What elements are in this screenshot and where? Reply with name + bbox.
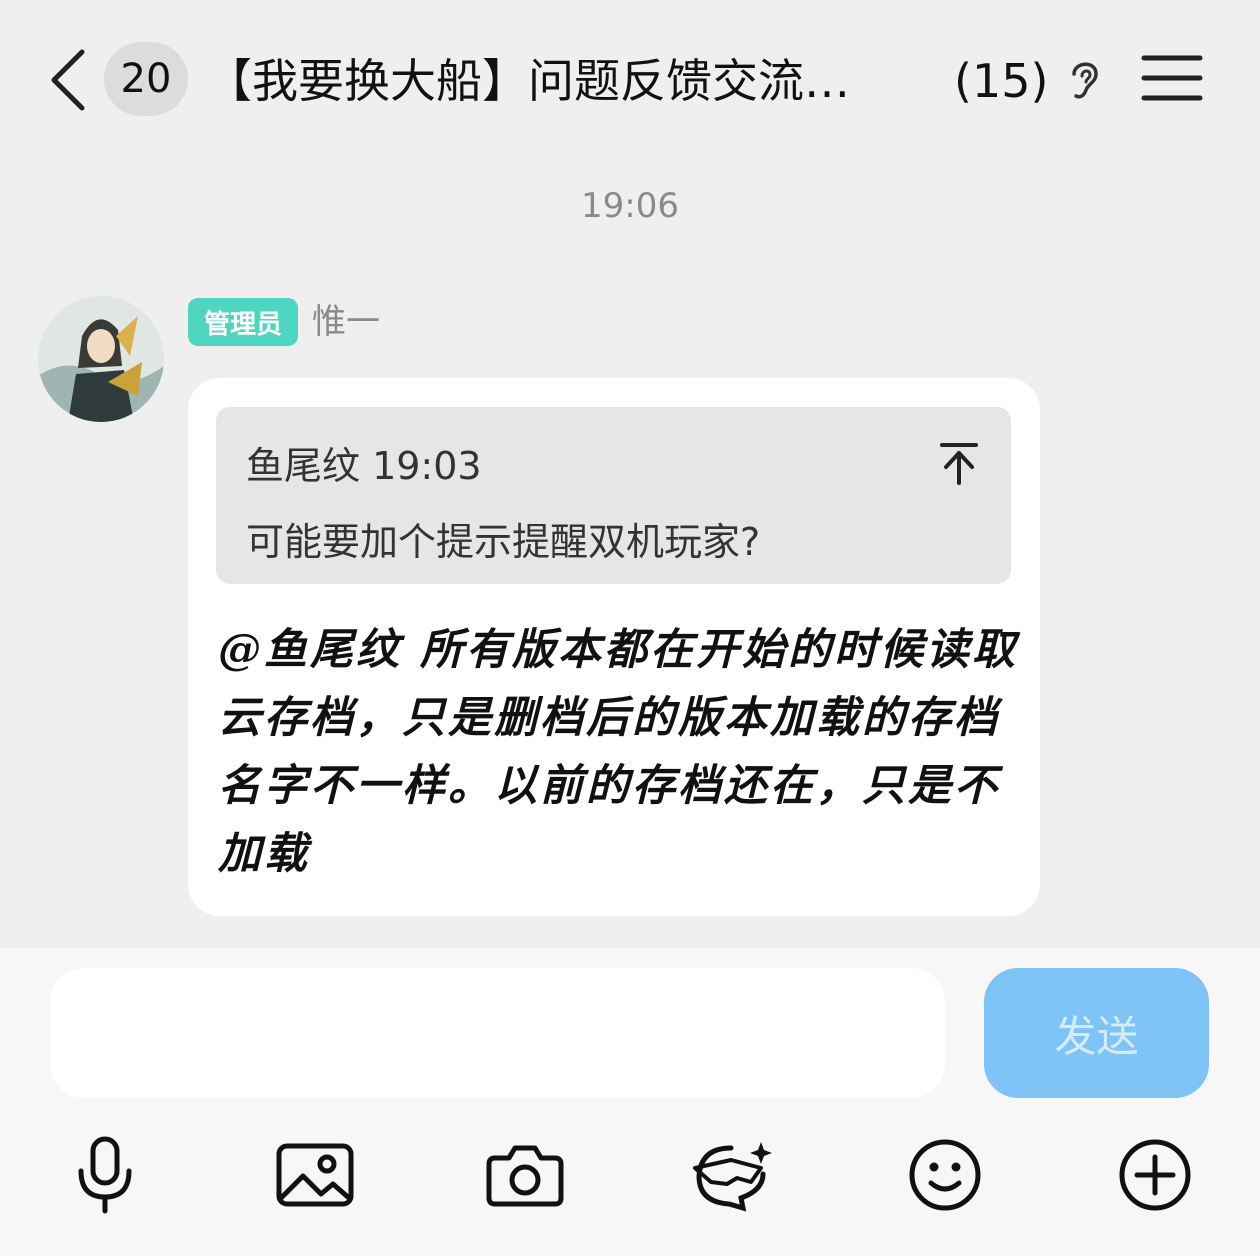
- send-button[interactable]: 发送: [984, 968, 1209, 1098]
- avatar[interactable]: [38, 296, 164, 422]
- message-text: @鱼尾纹 所有版本都在开始的时候读取云存档，只是删档后的版本加载的存档名字不一样…: [218, 625, 1018, 879]
- quote-author-time: 鱼尾纹 19:03: [246, 444, 482, 488]
- back-button[interactable]: [40, 46, 96, 114]
- image-icon[interactable]: [270, 1130, 360, 1220]
- member-count: (15): [954, 54, 1049, 108]
- chat-header: 20 【我要换大船】问题反馈交流… (15): [0, 0, 1260, 160]
- composer: 发送: [0, 948, 1260, 1256]
- message-input[interactable]: [50, 968, 945, 1098]
- unread-count-badge[interactable]: 20: [104, 42, 188, 116]
- sticker-icon[interactable]: [688, 1130, 778, 1220]
- chat-title[interactable]: 【我要换大船】问题反馈交流…: [206, 46, 926, 116]
- menu-icon: [1141, 55, 1203, 101]
- sender-name[interactable]: 惟一: [312, 298, 380, 346]
- chevron-left-icon: [51, 49, 85, 111]
- quoted-message[interactable]: 鱼尾纹 19:03 可能要加个提示提醒双机玩家?: [216, 407, 1011, 584]
- message-bubble[interactable]: 鱼尾纹 19:03 可能要加个提示提醒双机玩家? @鱼尾纹 所有版本都在开始的时…: [188, 378, 1040, 916]
- role-badge: 管理员: [188, 298, 298, 346]
- menu-button[interactable]: [1140, 52, 1204, 108]
- ear-icon[interactable]: [1062, 54, 1108, 104]
- jump-to-top-icon[interactable]: [938, 441, 980, 487]
- microphone-icon[interactable]: [60, 1130, 150, 1220]
- quote-text: 可能要加个提示提醒双机玩家?: [246, 520, 761, 564]
- emoji-icon[interactable]: [900, 1130, 990, 1220]
- plus-icon[interactable]: [1110, 1130, 1200, 1220]
- camera-icon[interactable]: [480, 1130, 570, 1220]
- message-timestamp: 19:06: [581, 186, 679, 226]
